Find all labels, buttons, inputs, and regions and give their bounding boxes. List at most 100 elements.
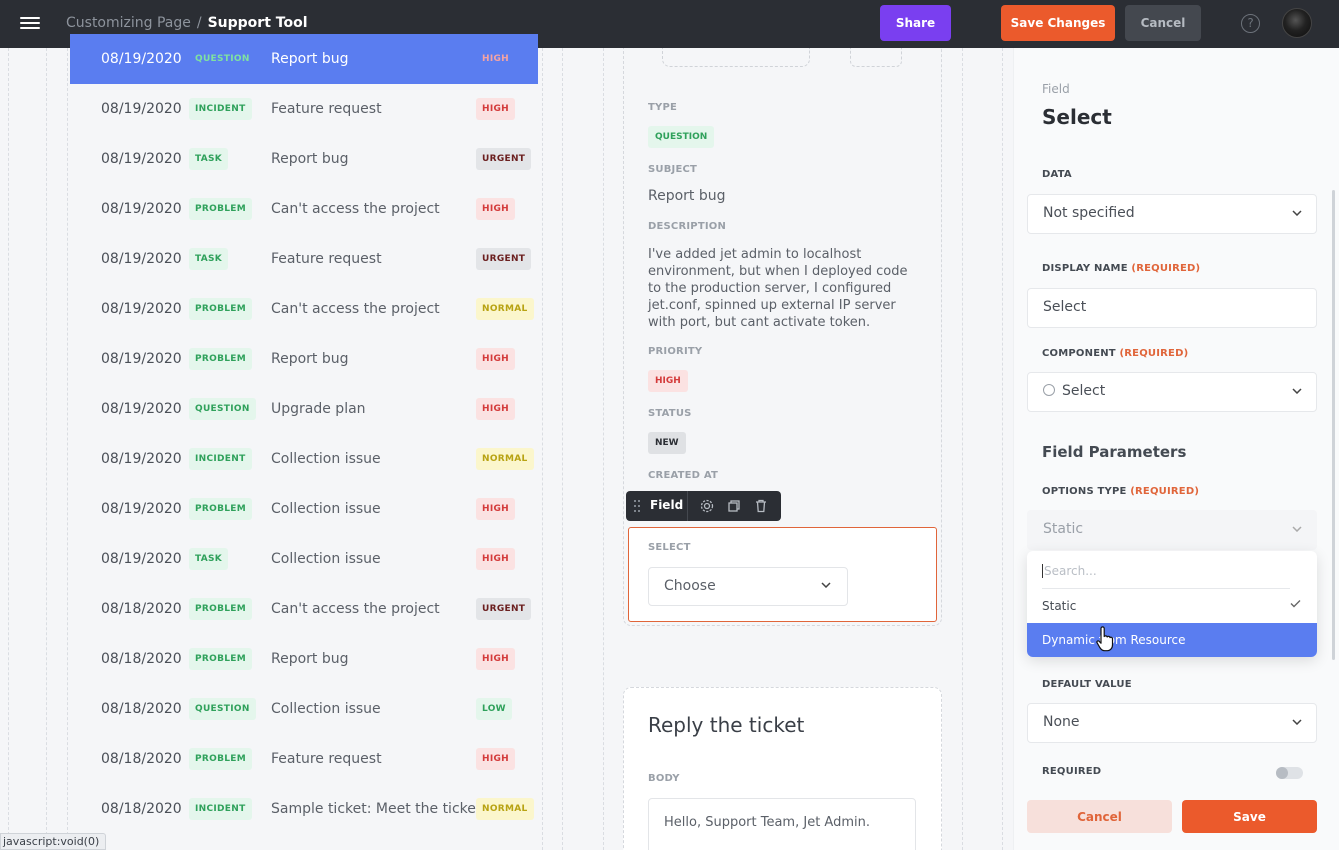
chevron-down-icon bbox=[1292, 210, 1302, 216]
status-bar-url: javascript:void(0) bbox=[0, 833, 107, 850]
type-tag: QUESTION bbox=[648, 126, 715, 148]
options-type-label-text: OPTIONS TYPE bbox=[1042, 486, 1127, 497]
placeholder-box bbox=[662, 48, 810, 67]
table-row[interactable]: 08/18/2020 INCIDENT Sample ticket: Meet th… bbox=[70, 784, 538, 834]
ticket-priority-tag: NORMAL bbox=[476, 298, 534, 320]
ticket-date: 08/18/2020 bbox=[101, 801, 182, 817]
ticket-type-tag: PROBLEM bbox=[189, 648, 252, 670]
layout-guide bbox=[542, 48, 543, 850]
required-marker: (REQUIRED) bbox=[1131, 263, 1201, 274]
trash-icon[interactable] bbox=[753, 498, 769, 514]
ticket-type-tag: INCIDENT bbox=[189, 798, 252, 820]
options-type-value: Static bbox=[1043, 521, 1084, 537]
default-value-label: DEFAULT VALUE bbox=[1042, 679, 1132, 690]
ticket-priority-tag: URGENT bbox=[476, 598, 532, 620]
breadcrumb-separator: / bbox=[196, 15, 202, 31]
ticket-type-tag: PROBLEM bbox=[189, 348, 252, 370]
table-row[interactable]: 08/19/2020 PROBLEM Can't access the projec… bbox=[70, 184, 538, 234]
breadcrumb-current: Support Tool bbox=[207, 15, 308, 31]
field-toolbar-label: Field bbox=[650, 498, 684, 512]
data-value: Not specified bbox=[1043, 205, 1135, 221]
component-select[interactable]: Select bbox=[1027, 372, 1317, 412]
ticket-type-tag: QUESTION bbox=[189, 698, 256, 720]
select-label: SELECT bbox=[648, 542, 691, 553]
table-row[interactable]: 08/19/2020 TASK Feature request URGENT bbox=[70, 234, 538, 284]
table-row[interactable]: 08/19/2020 PROBLEM Report bug HIGH bbox=[70, 334, 538, 384]
layout-guide bbox=[962, 48, 963, 850]
breadcrumb-parent[interactable]: Customizing Page bbox=[66, 15, 191, 31]
share-button[interactable]: Share bbox=[880, 5, 951, 41]
table-row[interactable]: 08/18/2020 QUESTION Collection issue LOW bbox=[70, 684, 538, 734]
save-changes-button[interactable]: Save Changes bbox=[1001, 5, 1115, 41]
chevron-down-icon bbox=[1292, 388, 1302, 394]
duplicate-icon[interactable] bbox=[726, 498, 742, 514]
cancel-button[interactable]: Cancel bbox=[1125, 5, 1201, 41]
option-static[interactable]: Static bbox=[1027, 589, 1317, 623]
table-row[interactable]: 08/19/2020 QUESTION Upgrade plan HIGH bbox=[70, 384, 538, 434]
ticket-priority-tag: HIGH bbox=[482, 54, 510, 64]
choose-dropdown[interactable]: Choose bbox=[648, 567, 848, 606]
ticket-type-tag: QUESTION bbox=[195, 54, 250, 64]
table-row[interactable]: 08/19/2020 INCIDENT Collection issue NORMAL bbox=[70, 434, 538, 484]
ticket-subject: Report bug bbox=[271, 651, 349, 667]
panel-save-button[interactable]: Save bbox=[1182, 800, 1317, 833]
panel-cancel-button[interactable]: Cancel bbox=[1027, 800, 1172, 833]
hand-pointer-icon bbox=[1096, 626, 1114, 652]
panel-scrollbar[interactable] bbox=[1332, 190, 1335, 660]
gear-icon[interactable] bbox=[699, 498, 715, 514]
table-row[interactable]: 08/19/2020 TASK Collection issue HIGH bbox=[70, 534, 538, 584]
dropdown-search-input[interactable]: Search... bbox=[1042, 561, 1290, 589]
table-row[interactable]: 08/19/2020 PROBLEM Collection issue HIGH bbox=[70, 484, 538, 534]
subject-value: Report bug bbox=[648, 188, 726, 204]
avatar[interactable] bbox=[1282, 8, 1312, 38]
ticket-type-tag: TASK bbox=[189, 548, 229, 570]
chevron-down-icon bbox=[821, 582, 831, 588]
text-caret bbox=[1042, 564, 1043, 578]
priority-tag: HIGH bbox=[648, 370, 688, 392]
ticket-type-tag: INCIDENT bbox=[189, 98, 252, 120]
table-row[interactable]: 08/18/2020 PROBLEM Report bug HIGH bbox=[70, 634, 538, 684]
table-row[interactable]: 08/18/2020 PROBLEM Feature request HIGH bbox=[70, 734, 538, 784]
display-name-input[interactable]: Select bbox=[1027, 288, 1317, 328]
table-row[interactable]: 08/19/2020 TASK Report bug URGENT bbox=[70, 134, 538, 184]
ticket-subject: Can't access the project bbox=[271, 601, 440, 617]
subject-label: SUBJECT bbox=[648, 164, 698, 175]
component-icon bbox=[1043, 384, 1055, 396]
drag-handle-icon[interactable] bbox=[634, 500, 640, 512]
help-icon[interactable]: ? bbox=[1241, 14, 1260, 33]
description-label: DESCRIPTION bbox=[648, 221, 727, 232]
hamburger-menu-icon[interactable] bbox=[20, 14, 40, 32]
data-select[interactable]: Not specified bbox=[1027, 194, 1317, 234]
toggle-knob bbox=[1276, 767, 1288, 779]
table-row[interactable]: 08/19/2020 INCIDENT Feature request HIGH bbox=[70, 84, 538, 134]
ticket-subject: Collection issue bbox=[271, 451, 381, 467]
default-value-select[interactable]: None bbox=[1027, 703, 1317, 743]
breadcrumb: Customizing Page / Support Tool bbox=[66, 15, 308, 31]
layout-guide bbox=[603, 48, 604, 850]
data-label: DATA bbox=[1042, 169, 1072, 180]
required-toggle[interactable] bbox=[1276, 767, 1303, 779]
ticket-subject: Sample ticket: Meet the ticket bbox=[271, 801, 482, 817]
required-label: REQUIRED bbox=[1042, 766, 1102, 777]
ticket-subject: Feature request bbox=[271, 251, 382, 267]
component-value: Select bbox=[1062, 383, 1106, 399]
option-dynamic-from-resource[interactable]: Dynamic from Resource bbox=[1027, 623, 1317, 657]
required-marker: (REQUIRED) bbox=[1119, 348, 1189, 359]
options-type-select[interactable]: Static bbox=[1027, 510, 1317, 550]
panel-title: Select bbox=[1042, 105, 1112, 129]
table-row[interactable]: 08/19/2020 PROBLEM Can't access the projec… bbox=[70, 284, 538, 334]
option-label: Static bbox=[1042, 599, 1077, 613]
ticket-date: 08/19/2020 bbox=[101, 301, 182, 317]
ticket-subject: Collection issue bbox=[271, 701, 381, 717]
table-row[interactable]: 08/18/2020 PROBLEM Can't access the projec… bbox=[70, 584, 538, 634]
table-row[interactable]: 08/19/2020 QUESTION Report bug HIGH bbox=[70, 34, 538, 84]
body-textarea[interactable]: Hello, Support Team, Jet Admin. bbox=[648, 798, 916, 850]
ticket-subject: Can't access the project bbox=[271, 201, 440, 217]
ticket-type-tag: PROBLEM bbox=[189, 298, 252, 320]
ticket-date: 08/18/2020 bbox=[101, 651, 182, 667]
ticket-date: 08/19/2020 bbox=[101, 101, 182, 117]
priority-label: PRIORITY bbox=[648, 346, 703, 357]
ticket-priority-tag: HIGH bbox=[476, 198, 516, 220]
ticket-type-tag: PROBLEM bbox=[189, 198, 252, 220]
ticket-priority-tag: HIGH bbox=[476, 648, 516, 670]
